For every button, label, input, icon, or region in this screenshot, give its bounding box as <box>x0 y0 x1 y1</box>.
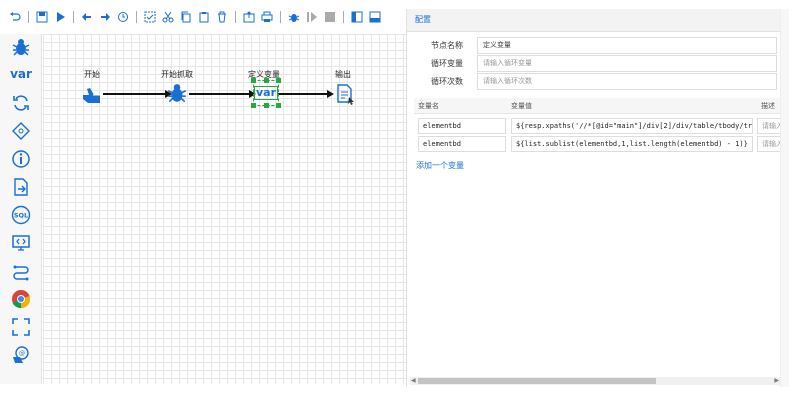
variable-value-input[interactable]: ${list.sublist(elementbd,1,list.length(e… <box>511 136 753 152</box>
variable-value-input[interactable]: ${resp.xpaths('//*[@id="main"]/div[2]/di… <box>511 118 753 134</box>
mail-icon[interactable]: @ <box>11 345 31 365</box>
field-label: 循环变量 <box>431 58 463 68</box>
edge-start-crawl <box>103 93 169 95</box>
vertical-scrollbar[interactable] <box>780 9 789 387</box>
toolbar-divider <box>280 11 281 23</box>
variable-table: 变量名 变量值 描述 elementbd ${resp.xpaths('//*[… <box>414 98 781 154</box>
scroll-thumb[interactable] <box>418 378 656 384</box>
undo-icon[interactable] <box>8 11 21 24</box>
variable-name-input[interactable]: elementbd <box>418 136 506 152</box>
horizontal-scrollbar[interactable]: ◀ ▶ <box>410 377 780 385</box>
run-icon[interactable] <box>53 11 66 24</box>
spider-icon <box>167 84 187 103</box>
variable-desc-input[interactable]: 请输入 <box>757 136 781 152</box>
svg-text:SQL: SQL <box>14 212 28 220</box>
field-label: 循环次数 <box>431 76 463 86</box>
loop-variable-input[interactable]: 请输入循环变量 <box>477 54 777 72</box>
chrome-icon[interactable] <box>11 289 31 309</box>
add-variable-link[interactable]: 添加一个变量 <box>416 160 464 171</box>
node-crawl[interactable] <box>165 82 189 106</box>
toolbar-divider <box>136 11 137 23</box>
tab-config[interactable]: 配置 <box>415 14 431 25</box>
hand-pointer-icon <box>83 88 101 103</box>
node-output[interactable] <box>334 82 358 106</box>
toolbar-divider <box>343 11 344 23</box>
code-icon[interactable] <box>11 233 31 253</box>
link-icon[interactable] <box>11 261 31 281</box>
field-node-name: 节点名称 定义变量 <box>407 36 781 54</box>
info-icon[interactable] <box>11 149 31 169</box>
node-label-crawl: 开始抓取 <box>161 70 193 79</box>
var-label: var <box>10 67 32 81</box>
variable-icon: var <box>253 86 279 100</box>
stop-icon[interactable] <box>323 11 336 24</box>
variable-name-input[interactable]: elementbd <box>418 118 506 134</box>
edge-crawl-define <box>189 93 253 95</box>
output-icon <box>337 84 354 105</box>
cut-icon[interactable] <box>161 11 174 24</box>
fullscreen-icon[interactable] <box>11 317 31 337</box>
resize-handle[interactable] <box>264 103 269 108</box>
panel-icon[interactable] <box>368 11 381 24</box>
sql-icon[interactable]: SQL <box>11 205 31 225</box>
scroll-right-icon[interactable]: ▶ <box>774 377 779 385</box>
resize-handle[interactable] <box>276 103 281 108</box>
history-icon[interactable] <box>116 11 129 24</box>
print-icon[interactable] <box>260 11 273 24</box>
resize-handle[interactable] <box>264 78 269 83</box>
paste-icon[interactable] <box>197 11 210 24</box>
toolbar <box>0 0 406 34</box>
svg-text:@: @ <box>19 350 25 357</box>
loop-icon[interactable] <box>11 93 31 113</box>
layout-icon[interactable] <box>350 11 363 24</box>
property-panel: 配置 节点名称 定义变量 循环变量 请输入循环变量 循环次数 请输入循环次数 变… <box>406 9 781 387</box>
spider-icon[interactable] <box>11 38 31 58</box>
export-icon[interactable] <box>242 11 255 24</box>
arrow-head <box>327 90 334 98</box>
field-label: 节点名称 <box>431 40 463 50</box>
condition-icon[interactable] <box>11 121 31 141</box>
column-header-desc: 描述 <box>757 98 781 114</box>
scroll-left-icon[interactable]: ◀ <box>411 377 416 385</box>
toolbar-divider <box>73 11 74 23</box>
copy-icon[interactable] <box>179 11 192 24</box>
save-icon[interactable] <box>35 11 48 24</box>
node-define-var-selected[interactable]: var <box>251 78 281 108</box>
panel-tabbar: 配置 <box>407 9 780 32</box>
node-label-start: 开始 <box>84 70 100 79</box>
column-header-name: 变量名 <box>414 98 507 114</box>
loop-count-input[interactable]: 请输入循环次数 <box>477 72 777 90</box>
resize-handle[interactable] <box>276 78 281 83</box>
step-icon[interactable] <box>305 11 318 24</box>
delete-icon[interactable] <box>215 11 228 24</box>
flow-canvas[interactable]: 开始 开始抓取 定义变量 输出 var <box>43 34 406 384</box>
field-loop-count: 循环次数 请输入循环次数 <box>407 72 781 90</box>
node-start[interactable] <box>80 82 104 106</box>
variable-tool[interactable]: var <box>10 63 32 85</box>
node-label-output: 输出 <box>335 70 351 79</box>
edge-define-output <box>277 93 327 95</box>
column-header-value: 变量值 <box>507 98 757 114</box>
resize-handle[interactable] <box>251 78 256 83</box>
select-all-icon[interactable] <box>143 11 156 24</box>
toolbar-divider <box>28 11 29 23</box>
back-icon[interactable] <box>80 11 93 24</box>
field-loop-variable: 循环变量 请输入循环变量 <box>407 54 781 72</box>
output-file-icon[interactable] <box>11 177 31 197</box>
toolbar-divider <box>235 11 236 23</box>
redo-icon[interactable] <box>98 11 111 24</box>
variable-desc-input[interactable]: 请输入 <box>757 118 781 134</box>
resize-handle[interactable] <box>251 103 256 108</box>
debug-icon[interactable] <box>287 11 300 24</box>
node-name-input[interactable]: 定义变量 <box>477 36 777 54</box>
tool-sidebar: var SQL @ <box>0 34 42 384</box>
